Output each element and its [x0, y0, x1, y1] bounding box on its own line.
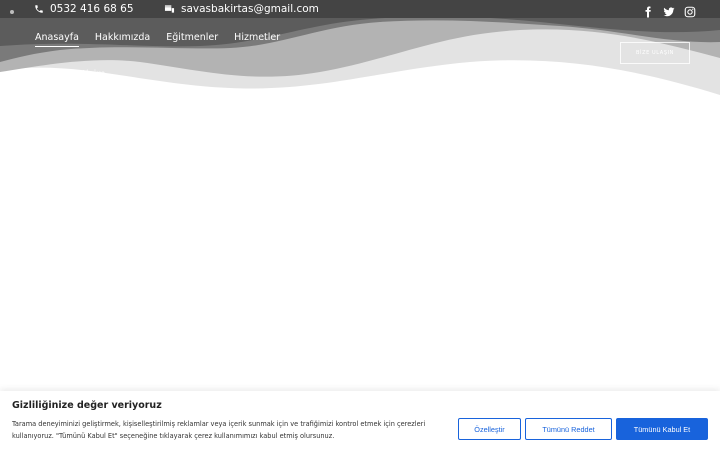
facebook-icon[interactable]	[642, 3, 654, 18]
top-bar: 0532 416 68 65 savasbakirtas@gmail.com	[0, 0, 720, 18]
nav-item-egitmenler[interactable]: Eğitmenler	[166, 32, 218, 47]
email-address: savasbakirtas@gmail.com	[181, 3, 319, 15]
accept-all-button[interactable]: Tümünü Kabul Et	[616, 418, 708, 440]
social-links	[642, 3, 696, 18]
header: 0532 416 68 65 savasbakirtas@gmail.com A…	[0, 0, 720, 95]
page: 0532 416 68 65 savasbakirtas@gmail.com A…	[0, 0, 720, 450]
contact-us-button[interactable]: BİZE ULAŞIN	[620, 42, 690, 64]
customize-button[interactable]: Özelleştir	[458, 418, 521, 440]
twitter-icon[interactable]	[663, 3, 675, 17]
cookie-banner-title: Gizliliğinize değer veriyoruz	[12, 400, 162, 411]
main-nav: Anasayfa Hakkımızda Eğitmenler Hizmetler	[35, 32, 280, 47]
logo-placeholder	[10, 10, 14, 14]
phone-contact[interactable]: 0532 416 68 65	[34, 2, 134, 16]
reject-all-button[interactable]: Tümünü Reddet	[525, 418, 612, 440]
nav-item-iletisim[interactable]: İletişim	[71, 69, 106, 82]
nav-item-anasayfa[interactable]: Anasayfa	[35, 32, 79, 47]
instagram-icon[interactable]	[684, 3, 696, 18]
email-contact[interactable]: savasbakirtas@gmail.com	[164, 2, 319, 16]
cookie-consent-banner: Gizliliğinize değer veriyoruz Tarama den…	[0, 391, 720, 450]
cookie-banner-text: Tarama deneyiminizi geliştirmek, kişisel…	[12, 420, 426, 440]
phone-number: 0532 416 68 65	[50, 3, 134, 15]
main-nav-second-row: İletişim	[71, 62, 106, 81]
nav-item-hizmetler[interactable]: Hizmetler	[234, 32, 280, 47]
nav-item-hakkimizda[interactable]: Hakkımızda	[95, 32, 150, 47]
envelope-icon	[164, 5, 175, 13]
phone-icon	[35, 5, 43, 13]
